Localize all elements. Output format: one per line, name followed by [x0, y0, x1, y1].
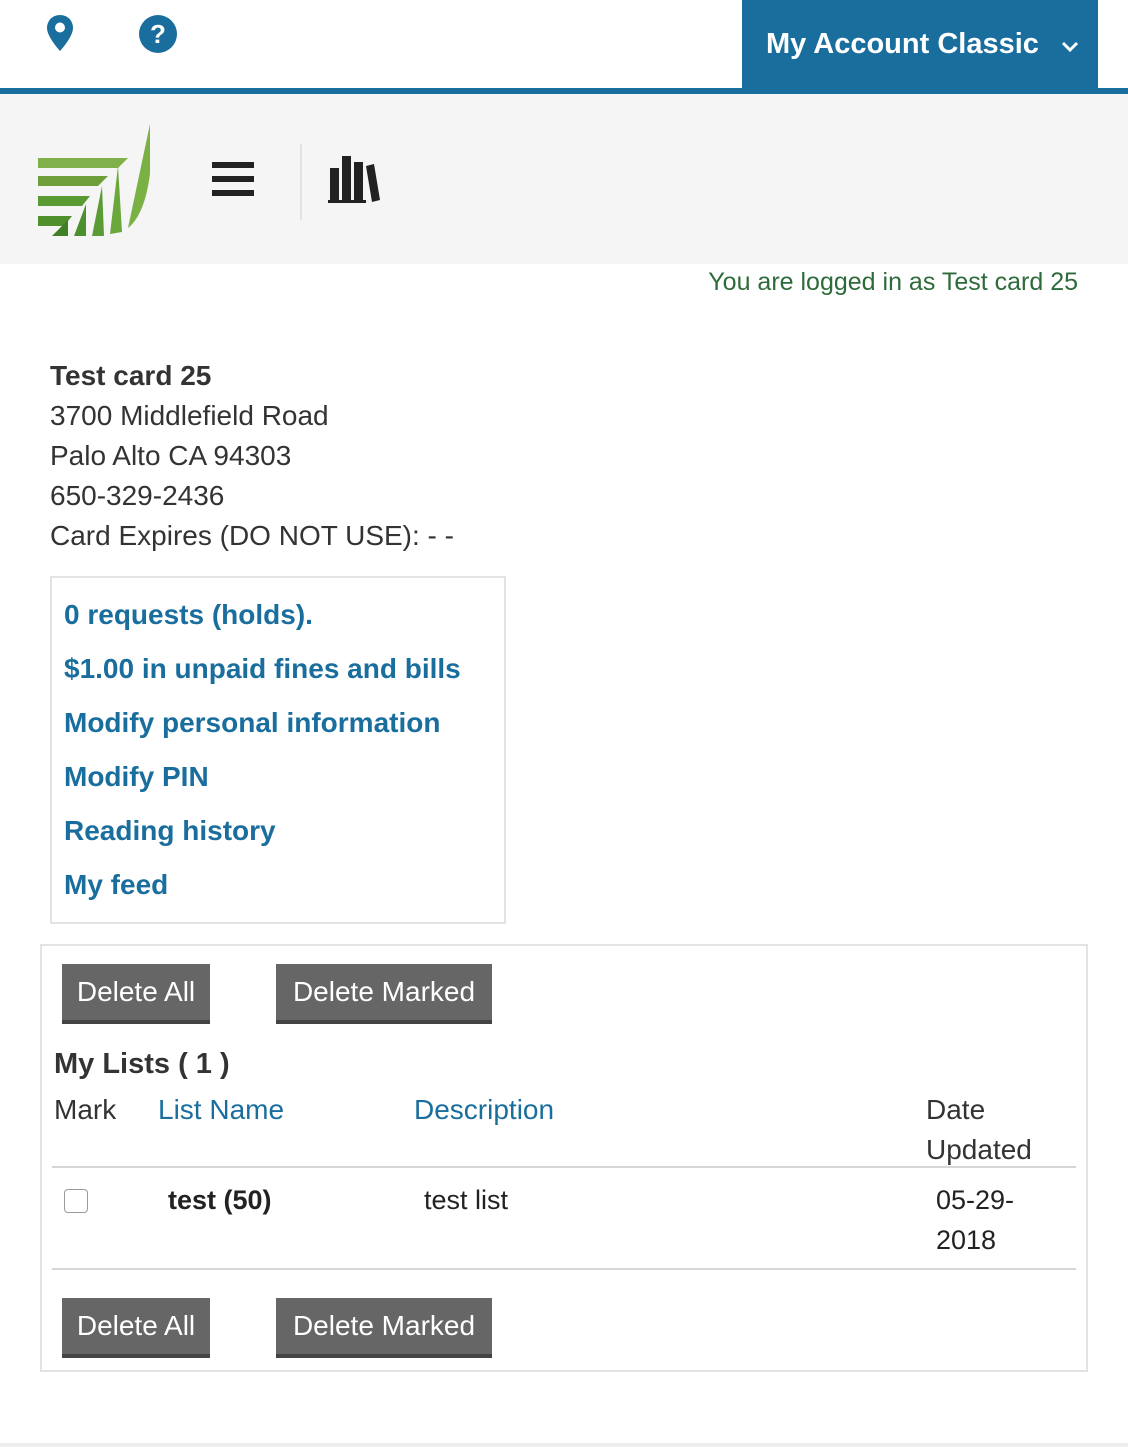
delete-all-button[interactable]: Delete All — [62, 964, 210, 1024]
list-description-cell: test list — [424, 1185, 509, 1215]
header-separator — [300, 144, 302, 220]
delete-marked-button-bottom[interactable]: Delete Marked — [276, 1298, 492, 1358]
requests-holds-link[interactable]: 0 requests (holds). — [64, 588, 504, 642]
reading-history-link[interactable]: Reading history — [64, 804, 504, 858]
card-expires: Card Expires (DO NOT USE): - - — [50, 520, 454, 551]
account-links-box: 0 requests (holds). $1.00 in unpaid fine… — [50, 576, 506, 924]
books-icon[interactable] — [328, 156, 380, 209]
hamburger-menu-icon[interactable] — [212, 162, 254, 201]
logged-in-status: You are logged in as Test card 25 — [708, 268, 1078, 296]
modify-personal-info-link[interactable]: Modify personal information — [64, 696, 504, 750]
patron-address-line2: Palo Alto CA 94303 — [50, 440, 292, 471]
patron-name: Test card 25 — [50, 360, 212, 391]
modify-pin-link[interactable]: Modify PIN — [64, 750, 504, 804]
table-header-divider — [52, 1166, 1076, 1168]
my-lists-panel: Delete All Delete Marked My Lists ( 1 ) … — [40, 944, 1088, 1372]
chevron-down-icon — [1061, 28, 1079, 61]
unpaid-fines-link[interactable]: $1.00 in unpaid fines and bills — [64, 642, 504, 696]
column-header-mark: Mark — [54, 1094, 117, 1125]
help-circle-icon[interactable]: ? — [138, 14, 178, 59]
list-date-cell: 05-29-2018 — [936, 1185, 1015, 1255]
mark-checkbox[interactable] — [64, 1189, 88, 1213]
table-row-divider — [52, 1268, 1076, 1270]
column-header-description[interactable]: Description — [414, 1090, 554, 1130]
column-header-list-name[interactable]: List Name — [158, 1090, 284, 1130]
svg-text:?: ? — [150, 19, 166, 49]
my-account-classic-button[interactable]: My Account Classic — [742, 0, 1098, 88]
patron-phone: 650-329-2436 — [50, 480, 225, 511]
top-bar: ? My Account Classic — [0, 0, 1128, 88]
page-bottom-border — [0, 1443, 1128, 1447]
patron-address-line1: 3700 Middlefield Road — [50, 400, 329, 431]
patron-info: Test card 25 3700 Middlefield Road Palo … — [50, 356, 454, 556]
column-header-date-updated: Date Updated — [926, 1094, 1032, 1165]
site-header — [0, 94, 1128, 264]
map-pin-icon[interactable] — [46, 14, 74, 57]
my-account-label: My Account Classic — [766, 27, 1039, 60]
library-logo[interactable] — [38, 124, 152, 241]
my-lists-title: My Lists ( 1 ) — [54, 1048, 230, 1080]
list-name-cell[interactable]: test (50) — [168, 1180, 272, 1220]
delete-marked-button[interactable]: Delete Marked — [276, 964, 492, 1024]
my-feed-link[interactable]: My feed — [64, 858, 504, 912]
delete-all-button-bottom[interactable]: Delete All — [62, 1298, 210, 1358]
